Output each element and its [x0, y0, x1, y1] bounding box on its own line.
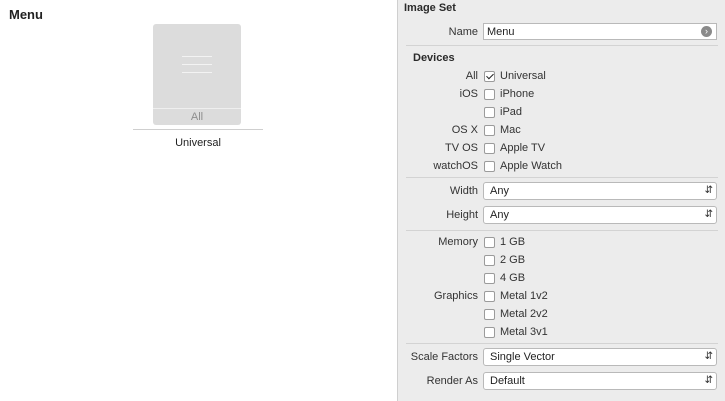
- device-group-label: OS X: [451, 124, 478, 136]
- graphics-checkbox[interactable]: [484, 327, 495, 338]
- slot-divider: [133, 129, 263, 130]
- height-value: Any: [490, 209, 509, 221]
- width-value: Any: [490, 185, 509, 197]
- divider: [406, 343, 718, 344]
- arrow-right-icon[interactable]: ›: [701, 26, 712, 37]
- section-header-devices: Devices: [413, 52, 455, 64]
- render-as-value: Default: [490, 375, 525, 387]
- device-checkbox-label[interactable]: Apple Watch: [500, 160, 562, 172]
- memory-checkbox-label[interactable]: 4 GB: [500, 272, 525, 284]
- device-group-label: iOS: [459, 88, 478, 100]
- device-group-label: TV OS: [444, 142, 478, 154]
- divider: [406, 230, 718, 231]
- divider: [406, 177, 718, 178]
- graphics-label: Graphics: [433, 290, 478, 302]
- height-popup[interactable]: Any ⇵: [483, 206, 717, 224]
- name-field[interactable]: [483, 23, 717, 40]
- memory-checkbox-label[interactable]: 2 GB: [500, 254, 525, 266]
- device-group-label: All: [465, 70, 478, 82]
- image-slot[interactable]: All: [153, 24, 241, 125]
- device-checkbox[interactable]: [484, 71, 495, 82]
- width-popup[interactable]: Any ⇵: [483, 182, 717, 200]
- graphics-checkbox-label[interactable]: Metal 2v2: [500, 308, 548, 320]
- memory-checkbox[interactable]: [484, 273, 495, 284]
- asset-title: Menu: [9, 7, 43, 22]
- device-checkbox[interactable]: [484, 161, 495, 172]
- memory-checkbox[interactable]: [484, 237, 495, 248]
- chevron-updown-icon: ⇵: [704, 209, 713, 220]
- section-header-image-set: Image Set: [404, 2, 456, 14]
- width-label: Width: [449, 185, 478, 197]
- scale-factors-value: Single Vector: [490, 351, 555, 363]
- attributes-inspector: Image Set Name › Devices All Universal iOS…: [397, 0, 725, 401]
- device-checkbox[interactable]: [484, 89, 495, 100]
- memory-checkbox-label[interactable]: 1 GB: [500, 236, 525, 248]
- graphics-checkbox[interactable]: [484, 309, 495, 320]
- render-as-label: Render As: [426, 375, 478, 387]
- device-checkbox[interactable]: [484, 125, 495, 136]
- scale-factors-popup[interactable]: Single Vector ⇵: [483, 348, 717, 366]
- height-label: Height: [446, 209, 478, 221]
- divider: [406, 45, 718, 46]
- slot-group-label: Universal: [175, 137, 221, 149]
- chevron-updown-icon: ⇵: [704, 185, 713, 196]
- device-group-label: watchOS: [433, 160, 478, 172]
- chevron-updown-icon: ⇵: [704, 351, 713, 362]
- asset-canvas: Menu All Universal: [0, 0, 398, 401]
- name-label: Name: [448, 26, 478, 38]
- scale-factors-label: Scale Factors: [410, 351, 478, 363]
- device-checkbox-label[interactable]: Mac: [500, 124, 521, 136]
- render-as-popup[interactable]: Default ⇵: [483, 372, 717, 390]
- memory-label: Memory: [438, 236, 478, 248]
- device-checkbox-label[interactable]: Apple TV: [500, 142, 545, 154]
- graphics-checkbox-label[interactable]: Metal 1v2: [500, 290, 548, 302]
- device-checkbox-label[interactable]: iPhone: [500, 88, 534, 100]
- device-checkbox[interactable]: [484, 143, 495, 154]
- device-checkbox-label[interactable]: Universal: [500, 70, 546, 82]
- graphics-checkbox-label[interactable]: Metal 3v1: [500, 326, 548, 338]
- chevron-updown-icon: ⇵: [704, 375, 713, 386]
- device-checkbox[interactable]: [484, 107, 495, 118]
- graphics-checkbox[interactable]: [484, 291, 495, 302]
- device-checkbox-label[interactable]: iPad: [500, 106, 522, 118]
- slot-caption: All: [153, 108, 241, 126]
- memory-checkbox[interactable]: [484, 255, 495, 266]
- menu-icon: [182, 56, 212, 80]
